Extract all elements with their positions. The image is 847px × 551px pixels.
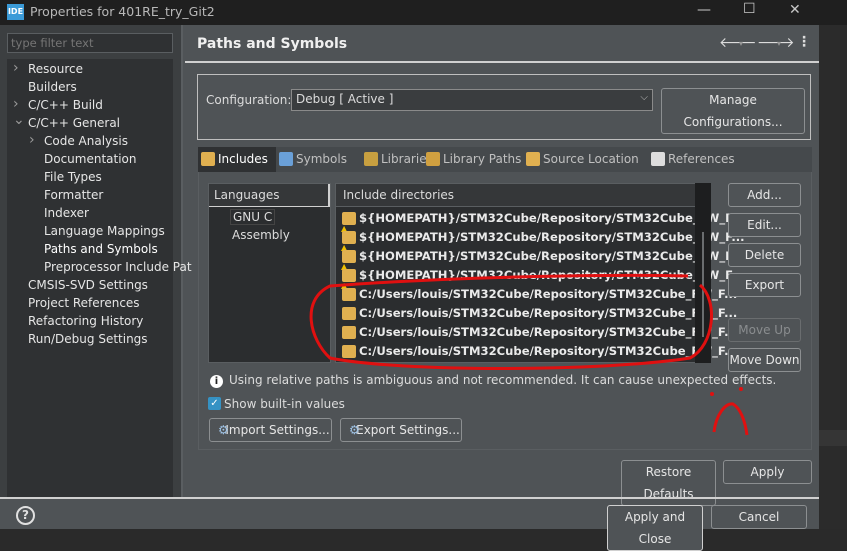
red-frown-annotation — [712, 402, 749, 436]
red-circle-annotation — [309, 273, 713, 370]
red-dot-annotation — [739, 387, 743, 391]
red-annotation — [309, 273, 749, 436]
red-dot-annotation — [710, 392, 714, 396]
